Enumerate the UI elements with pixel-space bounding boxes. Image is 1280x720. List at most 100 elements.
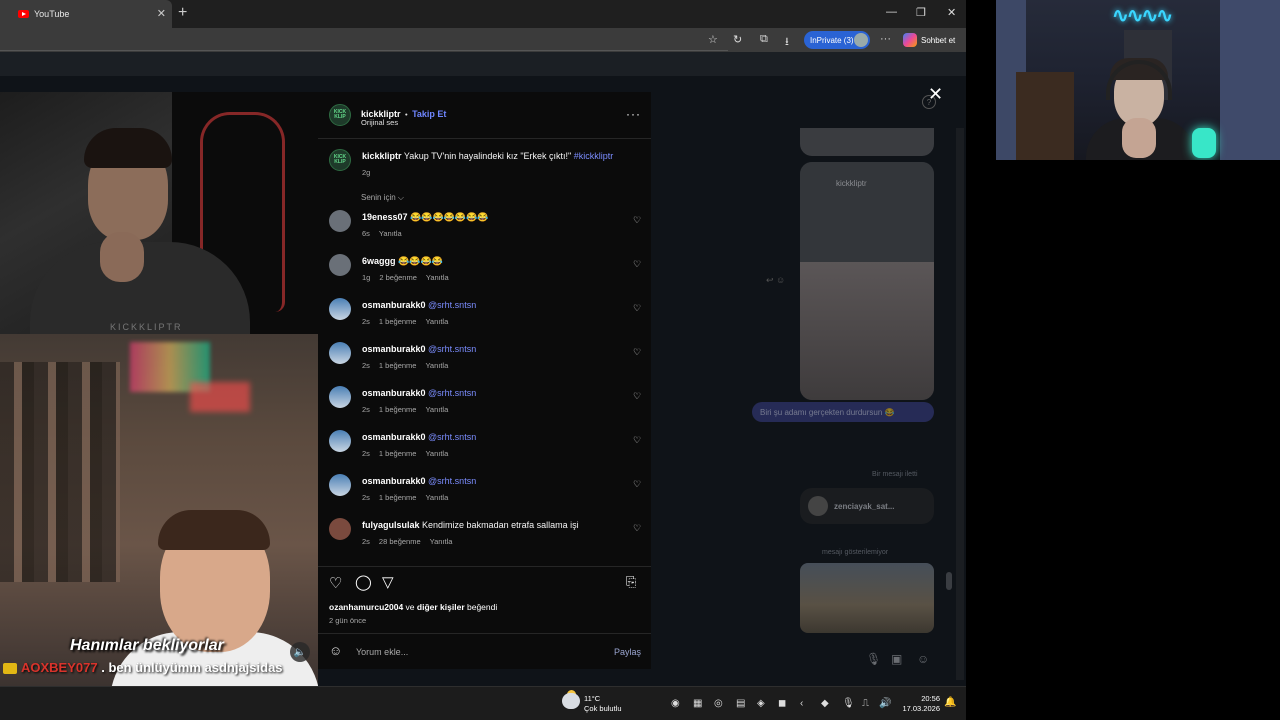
comment-mention[interactable]: @srht.sntsn [428,388,476,398]
reply-button[interactable]: Yanıtla [425,493,448,502]
comment-avatar[interactable] [329,386,351,408]
emoji-icon[interactable]: ☺ [329,643,342,658]
audio-label[interactable]: Orijinal ses [361,118,398,127]
comment-filter-dropdown[interactable]: Senin için ⌵ [361,193,404,203]
comment-like-icon[interactable]: ♡ [633,391,641,402]
comment-like-icon[interactable]: ♡ [633,435,641,446]
comment-user[interactable]: 6waggg [362,256,396,266]
comment-user[interactable]: osmanburakk0 [362,432,426,442]
comment-likes[interactable]: 28 beğenme [379,537,421,546]
tray-app-icon[interactable]: ◈ [757,698,765,709]
new-tab-button[interactable]: + [178,4,187,22]
tray-app-icon[interactable]: ▤ [736,698,745,709]
tray-app-icon[interactable]: ▦ [693,698,702,709]
comment-like-icon[interactable]: ♡ [633,215,641,226]
comment-likes[interactable]: 1 beğenme [379,493,417,502]
close-icon[interactable]: ✕ [928,84,943,105]
weather-widget[interactable]: 11°C Çok bulutlu [584,694,622,714]
comment-likes[interactable]: 1 beğenme [379,405,417,414]
comment-likes[interactable]: 2 beğenme [379,273,417,282]
reply-button[interactable]: Yanıtla [425,317,448,326]
page-scrollbar[interactable] [956,128,964,680]
reply-button[interactable]: Yanıtla [425,361,448,370]
address-bar[interactable] [0,29,728,51]
comment-avatar[interactable] [329,474,351,496]
caption-avatar[interactable]: KICK KLIP [329,149,351,171]
comment-mention[interactable]: @srht.sntsn [428,432,476,442]
network-icon[interactable]: ⎍ [862,698,869,709]
reply-button[interactable]: Yanıtla [425,449,448,458]
copilot-chat-button[interactable]: Sohbet et [903,33,955,47]
tray-app-icon[interactable]: ◆ [821,698,829,709]
reply-arrow-icon[interactable]: ↩ ☺ [766,275,785,286]
restore-button[interactable]: ❐ [916,6,926,19]
reply-button[interactable]: Yanıtla [425,405,448,414]
comment-avatar[interactable] [329,342,351,364]
comment-user[interactable]: osmanburakk0 [362,344,426,354]
inprivate-button[interactable]: InPrivate (3) [804,31,870,49]
dm-shared-reel[interactable]: kickkliptr [800,162,934,400]
mute-icon[interactable]: 🔈 [290,642,310,662]
volume-icon[interactable]: 🔊 [879,698,891,709]
like-icon[interactable]: ♡ [329,574,342,592]
liked-by-user[interactable]: ozanhamurcu2004 [329,602,403,612]
dm-scroll-thumb[interactable] [946,572,952,590]
comment-icon[interactable]: ◯ [355,573,372,591]
dm-user-card[interactable]: zenciayak_sat... [800,488,934,524]
reply-button[interactable]: Yanıtla [379,229,402,238]
comment-like-icon[interactable]: ♡ [633,259,641,270]
comment-avatar[interactable] [329,518,351,540]
download-icon[interactable]: ⭳ [785,33,789,52]
comment-user[interactable]: osmanburakk0 [362,476,426,486]
tab-youtube[interactable]: YouTube ✕ [0,0,172,28]
sticker-icon[interactable]: ☺ [917,652,929,666]
comment-mention[interactable]: @srht.sntsn [428,300,476,310]
post-comment-button[interactable]: Paylaş [614,647,641,657]
more-menu-icon[interactable]: ··· [880,33,891,45]
liked-by-others[interactable]: diğer kişiler [417,602,465,612]
comments-list[interactable]: 19eness07 😂😂😂😂😂😂😂 6s Yanıtla ♡ 6waggg 😂😂😂😂 1g… [318,210,651,550]
microphone-icon[interactable]: 🎙 [842,698,855,709]
weather-cloud-icon[interactable] [562,693,580,709]
window-close-button[interactable]: ✕ [947,6,956,19]
follow-button[interactable]: Takip Et [412,109,446,119]
comment-mention[interactable]: @srht.sntsn [428,344,476,354]
comment-like-icon[interactable]: ♡ [633,347,641,358]
comment-like-icon[interactable]: ♡ [633,303,641,314]
more-options-icon[interactable]: ··· [626,107,641,121]
comment-mention[interactable]: @srht.sntsn [428,476,476,486]
comment-user[interactable]: 19eness07 [362,212,408,222]
comment-user[interactable]: fulyagulsulak [362,520,420,530]
comment-avatar[interactable] [329,430,351,452]
tray-app-icon[interactable]: ◼ [778,698,786,709]
comment-avatar[interactable] [329,210,351,232]
comment-like-icon[interactable]: ♡ [633,523,641,534]
notification-bell-icon[interactable]: 🔔 [944,697,956,708]
caption-user[interactable]: kickkliptr [362,151,402,161]
comment-likes[interactable]: 1 beğenme [379,449,417,458]
save-icon[interactable]: ⎘ [626,574,636,590]
account-avatar[interactable]: KICK KLIP [329,104,351,126]
tray-chevron-icon[interactable]: ‹ [800,698,803,709]
reply-button[interactable]: Yanıtla [426,273,449,282]
tab-close-icon[interactable]: ✕ [157,7,166,20]
share-icon[interactable]: ▽ [382,573,394,591]
system-clock[interactable]: 20:56 17.03.2026 [900,694,940,714]
mic-icon[interactable]: 🎙 [866,652,881,666]
comment-avatar[interactable] [329,298,351,320]
comment-user[interactable]: osmanburakk0 [362,300,426,310]
comment-likes[interactable]: 1 beğenme [379,317,417,326]
dm-game-thumbnail[interactable] [800,563,934,633]
comment-input[interactable]: Yorum ekle... [356,647,408,657]
refresh-icon[interactable]: ↻ [733,33,742,46]
favorite-star-icon[interactable]: ☆ [708,33,718,46]
comment-like-icon[interactable]: ♡ [633,479,641,490]
image-icon[interactable]: ▣ [891,652,902,666]
tray-app-icon[interactable]: ◎ [714,698,723,709]
tray-app-icon[interactable]: ◉ [671,698,680,709]
reel-video[interactable]: KICKKLIPTR [0,92,318,686]
comment-user[interactable]: osmanburakk0 [362,388,426,398]
comment-likes[interactable]: 1 beğenme [379,361,417,370]
caption-hashtag[interactable]: #kickkliptr [574,151,614,161]
extensions-icon[interactable]: ⧉ [760,33,768,46]
